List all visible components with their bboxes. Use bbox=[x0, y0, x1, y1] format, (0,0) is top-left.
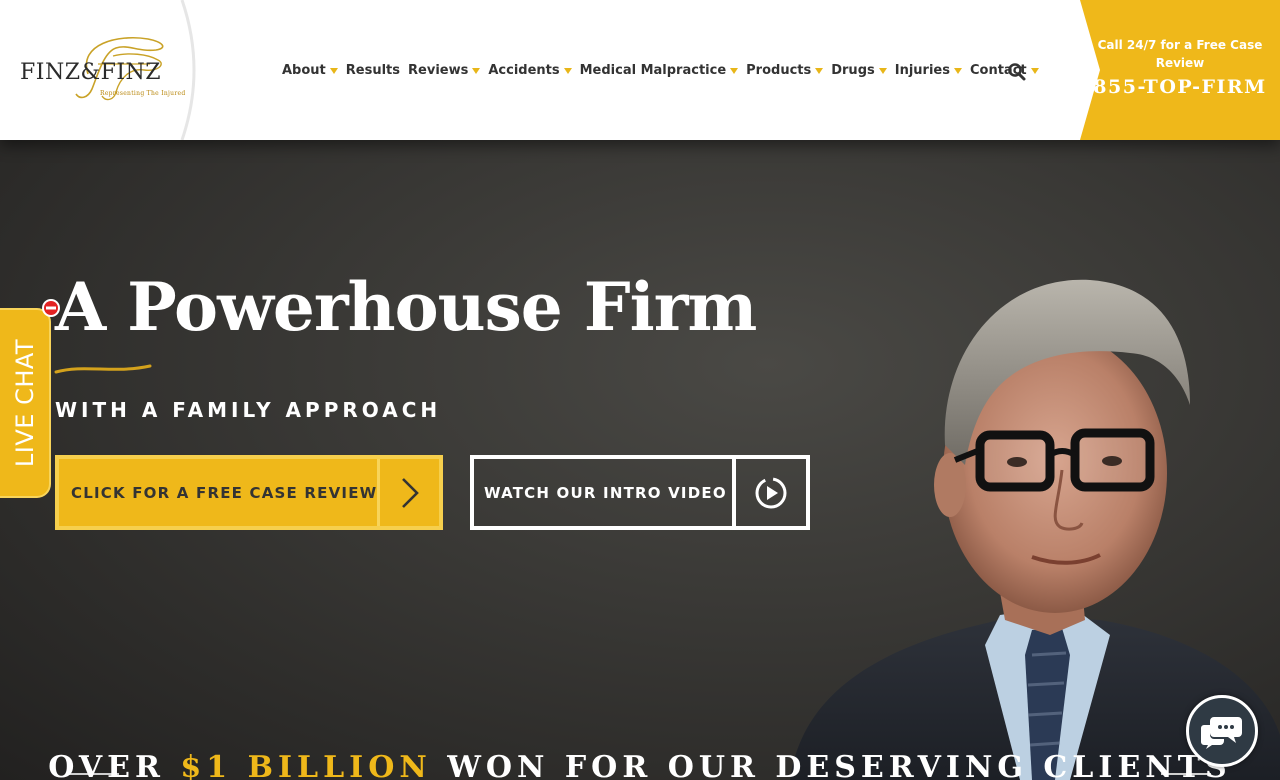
gold-swoosh-divider bbox=[54, 364, 152, 374]
nav-item-label: About bbox=[282, 62, 326, 78]
hero-subtitle: WITH A FAMILY APPROACH bbox=[55, 398, 442, 422]
chat-bubbles-icon bbox=[1201, 717, 1242, 749]
intro-video-button[interactable]: WATCH OUR INTRO VIDEO bbox=[470, 455, 810, 530]
nav-item-injuries[interactable]: Injuries bbox=[895, 63, 962, 78]
caret-down-icon bbox=[953, 67, 962, 74]
nav-item-accidents[interactable]: Accidents bbox=[488, 62, 572, 78]
nav-item-label: Accidents bbox=[488, 62, 560, 78]
stat-prefix: OVER bbox=[48, 750, 181, 780]
stat-suffix: WON FOR OUR DESERVING CLIENTS bbox=[431, 750, 1232, 780]
nav-item-label: Reviews bbox=[408, 62, 469, 78]
caret-down-icon bbox=[472, 67, 481, 74]
nav-item-results[interactable]: Results bbox=[346, 63, 400, 78]
chevron-right-icon bbox=[377, 459, 439, 526]
caret-down-icon bbox=[563, 67, 572, 74]
search-icon bbox=[1008, 63, 1026, 81]
free-case-review-label: CLICK FOR A FREE CASE REVIEW bbox=[71, 483, 378, 502]
chat-widget-button[interactable] bbox=[1186, 695, 1258, 767]
hero-section: A Powerhouse Firm WITH A FAMILY APPROACH… bbox=[0, 140, 1280, 780]
logo-tagline: Representing The Injured bbox=[100, 90, 186, 97]
logo-panel-edge bbox=[180, 0, 199, 140]
nav-item-label: Results bbox=[345, 62, 401, 78]
call-cta-phone[interactable]: 855-TOP-FIRM bbox=[1088, 76, 1272, 98]
hero-title: A Powerhouse Firm bbox=[55, 268, 757, 346]
nav-item-medical-malpractice[interactable]: Medical Malpractice bbox=[580, 63, 739, 78]
nav-item-products[interactable]: Products bbox=[746, 62, 824, 78]
caret-down-icon bbox=[878, 67, 887, 74]
play-circle-icon bbox=[732, 459, 806, 526]
nav-item-about[interactable]: About bbox=[282, 63, 338, 78]
nav-item-contact[interactable]: Contact bbox=[970, 63, 1039, 78]
nav-item-label: Medical Malpractice bbox=[579, 62, 727, 78]
billion-won-statement: OVER $1 BILLION WON FOR OUR DESERVING CL… bbox=[0, 750, 1280, 780]
live-chat-label: LIVE CHAT bbox=[10, 338, 39, 468]
nav-item-drugs[interactable]: Drugs bbox=[831, 63, 887, 78]
call-cta-text[interactable]: Call 24/7 for a Free Case Review bbox=[1096, 36, 1264, 72]
caret-down-icon bbox=[1030, 67, 1039, 74]
caret-down-icon bbox=[730, 67, 739, 74]
live-chat-tab[interactable]: LIVE CHAT bbox=[0, 308, 51, 498]
attorney-portrait bbox=[790, 279, 1280, 780]
stat-amount: $1 BILLION bbox=[180, 750, 432, 780]
site-header: FINZ&FINZ Representing The Injured About… bbox=[0, 0, 1280, 140]
search-button[interactable] bbox=[1007, 62, 1027, 82]
caret-down-icon bbox=[815, 67, 824, 74]
nav-item-label: Products bbox=[746, 62, 812, 78]
nav-item-label: Injuries bbox=[894, 62, 950, 78]
nav-item-label: Drugs bbox=[831, 62, 875, 78]
site-logo[interactable]: FINZ&FINZ Representing The Injured bbox=[18, 36, 185, 104]
live-chat-close-icon[interactable] bbox=[41, 298, 61, 318]
caret-down-icon bbox=[329, 67, 338, 74]
intro-video-label: WATCH OUR INTRO VIDEO bbox=[484, 483, 727, 502]
free-case-review-button[interactable]: CLICK FOR A FREE CASE REVIEW bbox=[55, 455, 443, 530]
logo-wordmark: FINZ&FINZ bbox=[20, 60, 162, 85]
nav-item-reviews[interactable]: Reviews bbox=[408, 62, 481, 78]
main-nav: About Results Reviews Accidents Medical … bbox=[282, 61, 1047, 79]
